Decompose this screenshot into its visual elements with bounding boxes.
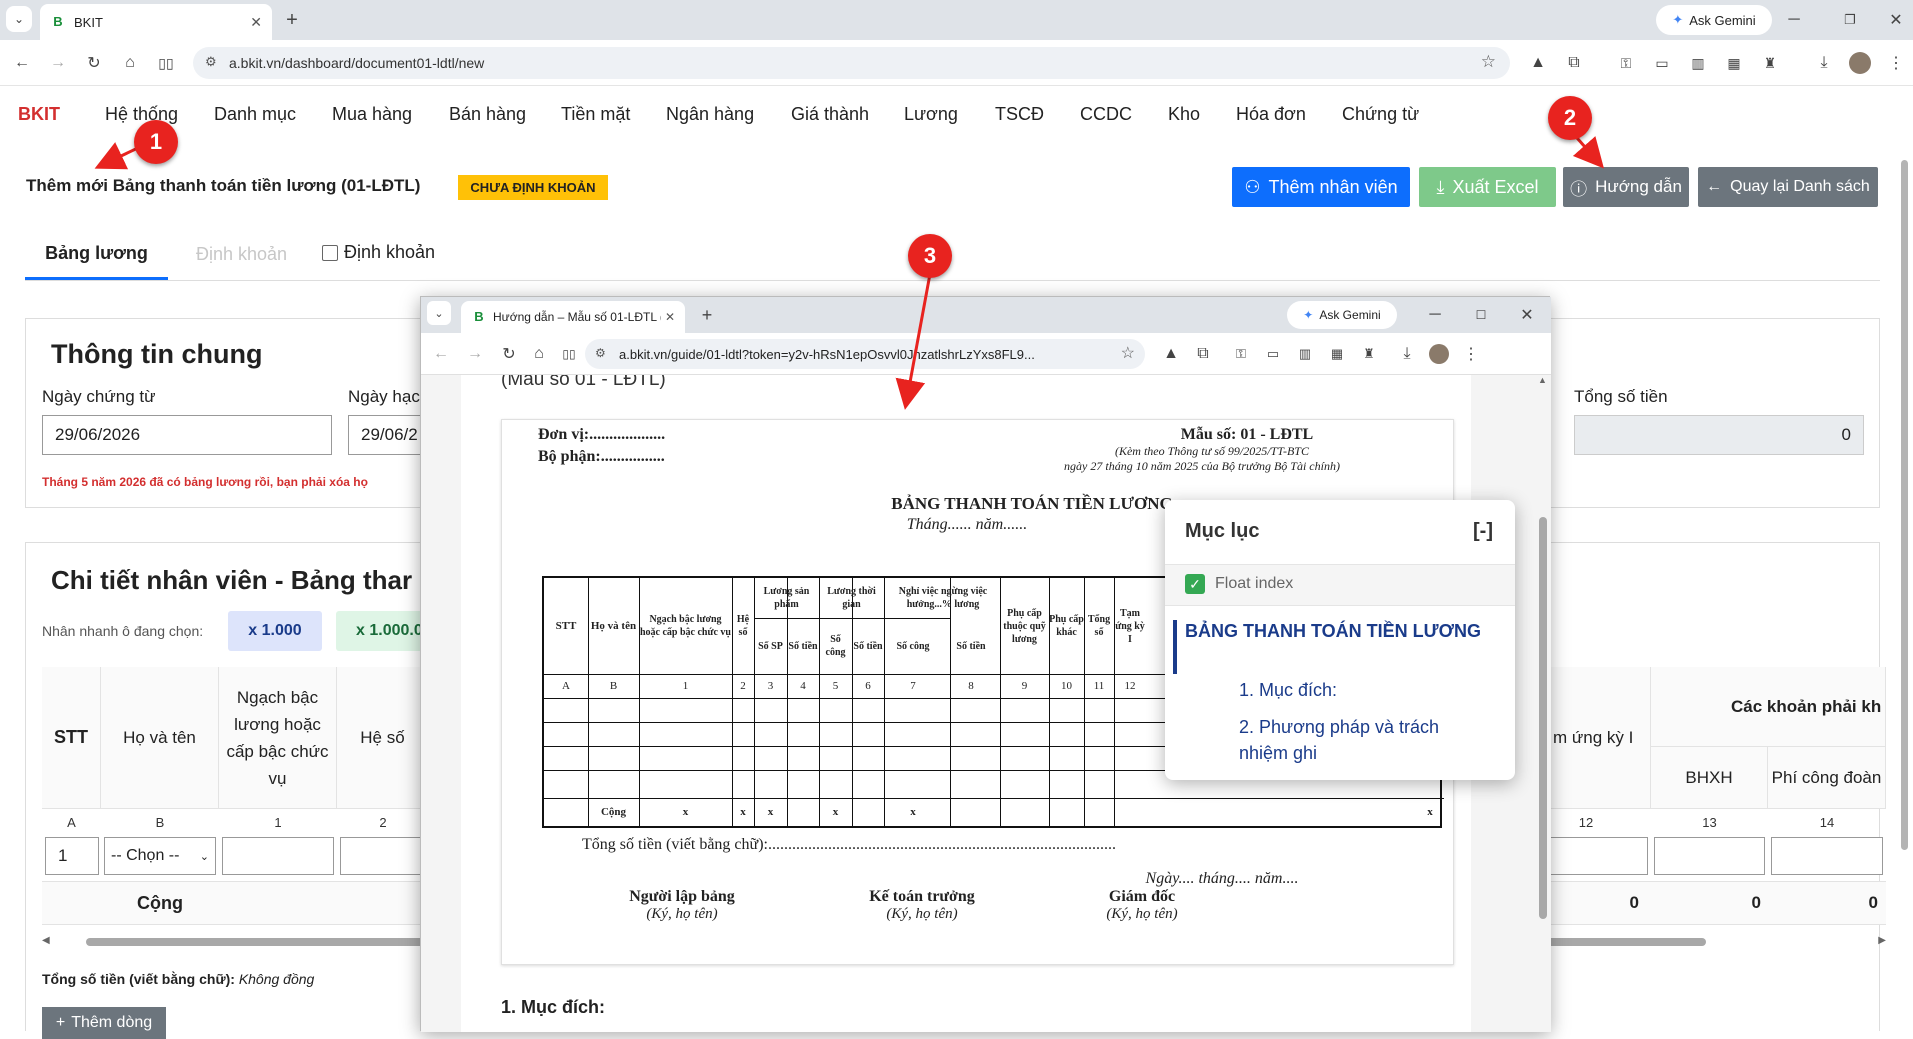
annotation-marker-3: 3 — [908, 234, 952, 278]
annotation-marker-1: 1 — [134, 120, 178, 164]
annotation-arrows — [94, 129, 1604, 410]
annotation-marker-2: 2 — [1548, 96, 1592, 140]
arrow-3 — [895, 273, 932, 410]
